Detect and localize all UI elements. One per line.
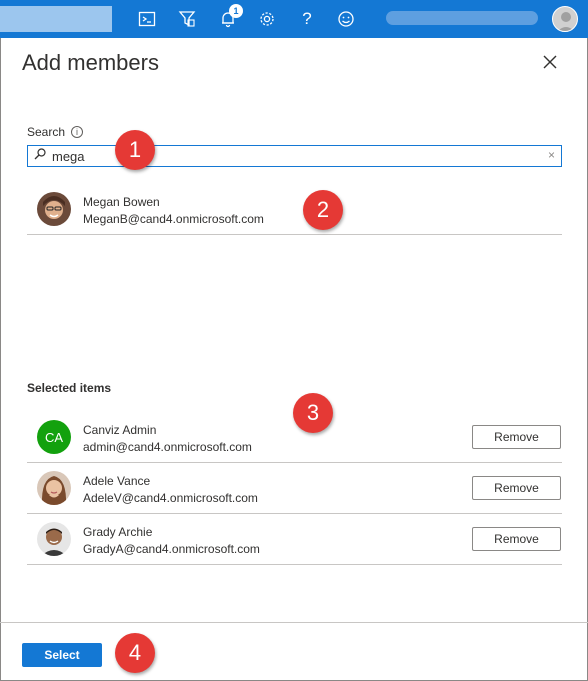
panel-title: Add members [22,50,159,75]
directory-filter-icon[interactable] [175,7,199,31]
info-icon[interactable]: i [71,126,84,138]
search-label: Search i [27,125,84,139]
search-result-item[interactable]: Megan Bowen MeganB@cand4.onmicrosoft.com [27,184,562,235]
clear-search-icon[interactable]: × [548,148,555,162]
search-icon [34,147,46,165]
remove-button[interactable]: Remove [472,476,561,500]
window-frame [0,0,588,681]
user-avatar [37,192,71,226]
remove-button[interactable]: Remove [472,527,561,551]
selected-item: Grady Archie GradyA@cand4.onmicrosoft.co… [27,514,562,565]
user-avatar [37,471,71,505]
notifications-icon[interactable]: 1 [216,4,243,31]
callout-badge: 1 [115,130,155,170]
selected-item: Adele Vance AdeleV@cand4.onmicrosoft.com… [27,463,562,514]
selected-item-email: GradyA@cand4.onmicrosoft.com [83,542,260,556]
help-icon[interactable]: ? [295,7,319,31]
callout-badge: 2 [303,190,343,230]
top-bar: 1 ? [0,0,588,38]
result-email: MeganB@cand4.onmicrosoft.com [83,212,264,226]
select-button[interactable]: Select [22,643,102,667]
selected-item-email: AdeleV@cand4.onmicrosoft.com [83,491,258,505]
initials-avatar: CA [37,420,71,454]
account-avatar[interactable] [552,6,578,32]
remove-button[interactable]: Remove [472,425,561,449]
footer-divider [0,622,588,623]
feedback-icon[interactable] [334,7,358,31]
selected-items-heading: Selected items [27,381,112,395]
callout-badge: 3 [293,393,333,433]
callout-badge: 4 [115,633,155,673]
close-icon[interactable] [540,52,560,72]
selected-item-name: Canviz Admin [83,423,157,437]
cloud-shell-icon[interactable] [135,7,159,31]
global-search-box[interactable] [0,6,112,32]
settings-icon[interactable] [255,7,279,31]
search-label-text: Search [27,125,66,139]
user-avatar [37,522,71,556]
selected-item-email: admin@cand4.onmicrosoft.com [83,440,252,454]
notification-badge: 1 [229,4,243,18]
selected-item-name: Grady Archie [83,525,153,539]
selected-item-name: Adele Vance [83,474,151,488]
result-name: Megan Bowen [83,195,160,209]
account-name-blurred[interactable] [386,11,538,25]
search-field[interactable]: × [27,145,562,167]
